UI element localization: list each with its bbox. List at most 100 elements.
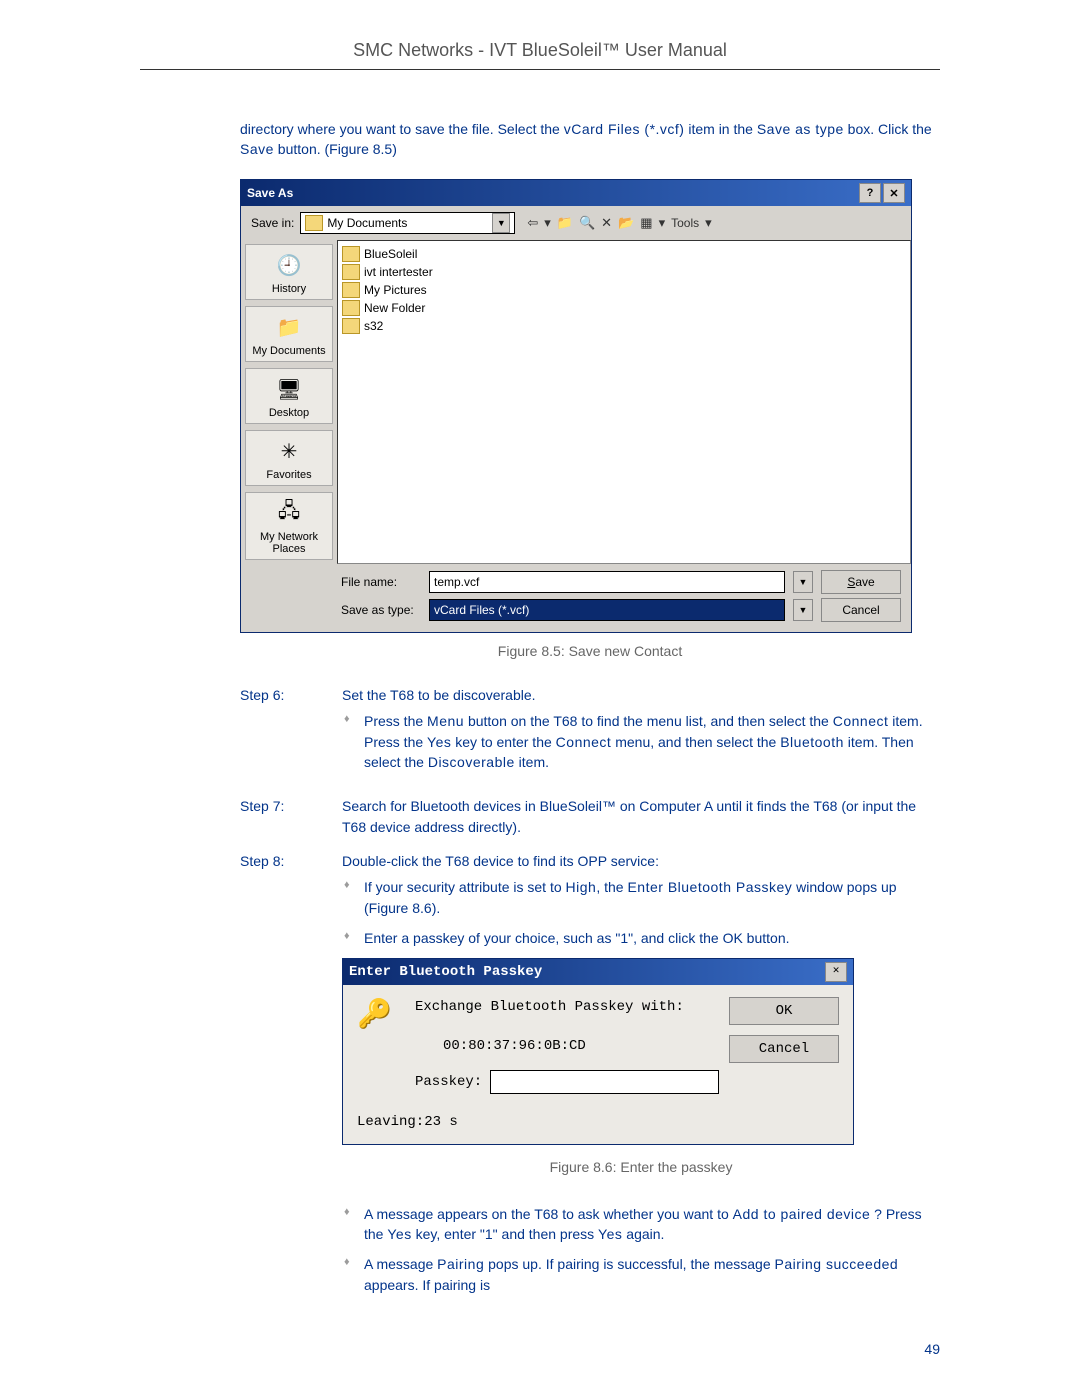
place-desktop-label: Desktop	[269, 407, 309, 419]
save-as-titlebar: Save As ? ✕	[241, 180, 911, 206]
combo-arrow-icon[interactable]: ▼	[492, 213, 510, 233]
file-item[interactable]: New Folder	[342, 299, 906, 317]
views-arrow-icon[interactable]: ▾	[659, 215, 666, 231]
t: pops up. If pairing is successful, the m…	[484, 1256, 774, 1272]
t: A message	[364, 1256, 437, 1272]
filename-combo-arrow-icon[interactable]: ▼	[793, 571, 813, 593]
place-my-documents[interactable]: 📁My Documents	[245, 306, 333, 362]
document-page: SMC Networks - IVT BlueSoleil™ User Manu…	[0, 0, 1080, 1397]
new-folder-icon[interactable]: 📂	[618, 215, 634, 231]
folder-icon	[305, 215, 323, 231]
save-in-label: Save in:	[251, 216, 294, 230]
step-8-bullet-2: Enter a passkey of your choice, such as …	[364, 928, 940, 948]
t: , the	[596, 879, 627, 895]
term-menu: Menu	[427, 713, 464, 729]
term-discoverable: Discoverable	[428, 754, 515, 770]
close-button[interactable]: ✕	[883, 183, 905, 203]
up-one-level-icon[interactable]: 📁	[557, 215, 573, 231]
passkey-input[interactable]	[490, 1070, 719, 1094]
save-as-dialog: Save As ? ✕ Save in: My Documents ▼ ⇦ ▾ …	[240, 179, 912, 633]
place-history-label: History	[272, 283, 306, 295]
t: appears. If pairing is	[364, 1277, 490, 1293]
file-item[interactable]: ivt intertester	[342, 263, 906, 281]
term-high: High	[566, 879, 597, 895]
file-item[interactable]: s32	[342, 317, 906, 335]
t: menu, and then select the	[611, 734, 780, 750]
save-in-value: My Documents	[327, 216, 407, 230]
save-as-type-value: vCard Files (*.vcf)	[434, 603, 529, 617]
step-6: Step 6: Set the T68 to be discoverable. …	[240, 685, 940, 782]
folder-icon	[342, 246, 360, 262]
t: A message appears on the T68 to ask whet…	[364, 1206, 733, 1222]
file-list[interactable]: BlueSoleil ivt intertester My Pictures N…	[337, 240, 911, 564]
save-as-toolbar: Save in: My Documents ▼ ⇦ ▾ 📁 🔍 ✕ 📂 ▦ ▾ …	[241, 206, 911, 240]
page-number: 49	[924, 1341, 940, 1357]
passkey-cancel-button[interactable]: Cancel	[729, 1035, 839, 1063]
step-7-text: Search for Bluetooth devices in BlueSole…	[342, 796, 940, 837]
intro-text-c: item in the	[684, 121, 756, 137]
delete-icon[interactable]: ✕	[601, 215, 612, 231]
my-documents-icon: 📁	[273, 313, 305, 341]
tools-arrow-icon[interactable]: ▾	[705, 215, 712, 231]
step-8-label: Step 8:	[240, 851, 332, 1305]
folder-icon	[342, 282, 360, 298]
place-desktop[interactable]: 🖥 Desktop	[245, 368, 333, 424]
step-6-label: Step 6:	[240, 685, 332, 782]
file-name-input[interactable]: temp.vcf	[429, 571, 785, 593]
t: item.	[515, 754, 549, 770]
passkey-ok-button[interactable]: OK	[729, 997, 839, 1025]
term-save: Save	[240, 141, 274, 157]
leaving-timer: Leaving:23 s	[343, 1108, 853, 1144]
t: button on the T68 to find the menu list,…	[464, 713, 833, 729]
step-7: Step 7: Search for Bluetooth devices in …	[240, 796, 940, 837]
save-in-combo[interactable]: My Documents ▼	[300, 212, 515, 234]
step-7-label: Step 7:	[240, 796, 332, 837]
desktop-icon: 🖥	[273, 375, 305, 403]
save-button[interactable]: Save	[821, 570, 901, 594]
save-as-title-text: Save As	[247, 186, 293, 200]
file-name: ivt intertester	[364, 265, 433, 279]
term-add-to-paired: Add to paired device	[733, 1206, 871, 1222]
term-vcard-files: vCard Files (*.vcf)	[564, 121, 685, 137]
figure-8-6-caption: Figure 8.6: Enter the passkey	[342, 1157, 940, 1177]
back-icon[interactable]: ⇦	[527, 215, 538, 231]
step-8-text: Double-click the T68 device to find its …	[342, 851, 940, 871]
file-item[interactable]: BlueSoleil	[342, 245, 906, 263]
step-8: Step 8: Double-click the T68 device to f…	[240, 851, 940, 1305]
term-yes-2: Yes	[387, 1226, 411, 1242]
toolbar-icons: ⇦ ▾ 📁 🔍 ✕ 📂 ▦ ▾ Tools ▾	[527, 215, 711, 231]
file-name-label: File name:	[341, 575, 421, 589]
cancel-button[interactable]: Cancel	[821, 598, 901, 622]
folder-icon	[342, 318, 360, 334]
intro-paragraph: directory where you want to save the fil…	[240, 120, 940, 159]
file-name: BlueSoleil	[364, 247, 417, 261]
saveastype-combo-arrow-icon[interactable]: ▼	[793, 599, 813, 621]
term-yes: Yes	[427, 734, 451, 750]
exchange-label: Exchange Bluetooth Passkey with:	[415, 997, 719, 1017]
save-button-label: ave	[855, 575, 874, 589]
views-icon[interactable]: ▦	[640, 215, 652, 231]
t: key, enter "1" and then press	[412, 1226, 598, 1242]
passkey-close-button[interactable]: ✕	[825, 962, 847, 982]
term-yes-3: Yes	[598, 1226, 622, 1242]
search-web-icon[interactable]: 🔍	[579, 215, 595, 231]
folder-icon	[342, 300, 360, 316]
page-header: SMC Networks - IVT BlueSoleil™ User Manu…	[140, 40, 940, 70]
file-item[interactable]: My Pictures	[342, 281, 906, 299]
tools-label[interactable]: Tools	[671, 216, 699, 230]
intro-text-e: box. Click the	[844, 121, 932, 137]
place-network[interactable]: 🖧My Network Places	[245, 492, 333, 560]
term-pairing-succeeded: Pairing succeeded	[775, 1256, 899, 1272]
t: If your security attribute is set to	[364, 879, 566, 895]
file-name-value: temp.vcf	[434, 575, 479, 589]
t: again.	[622, 1226, 664, 1242]
file-name: s32	[364, 319, 383, 333]
place-history[interactable]: 🕘History	[245, 244, 333, 300]
save-as-type-combo[interactable]: vCard Files (*.vcf)	[429, 599, 785, 621]
page-content: directory where you want to save the fil…	[240, 120, 940, 1305]
back-arrow-icon[interactable]: ▾	[544, 215, 551, 231]
passkey-title-text: Enter Bluetooth Passkey	[349, 962, 542, 982]
place-favorites[interactable]: ✳Favorites	[245, 430, 333, 486]
term-connect-2: Connect	[556, 734, 612, 750]
help-button[interactable]: ?	[859, 183, 881, 203]
